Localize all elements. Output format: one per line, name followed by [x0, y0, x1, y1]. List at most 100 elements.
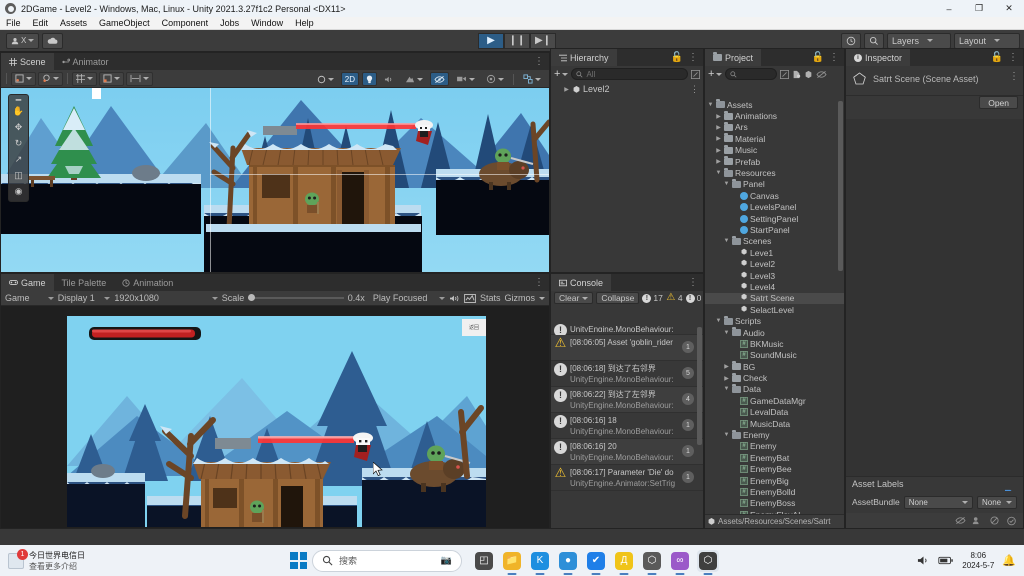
disclosure-triangle-icon[interactable]: ▼: [715, 170, 722, 176]
scale-slider[interactable]: [248, 294, 344, 301]
project-hidden-icon[interactable]: [816, 70, 827, 79]
taskbar-app-unity-editor[interactable]: ⬡: [697, 549, 719, 575]
console-message-list[interactable]: ! UnityEngine.MonoBehaviour: ⚠ [08:06:05] A…: [551, 322, 703, 528]
kebab-menu-icon[interactable]: ⋮: [1008, 52, 1018, 63]
project-search-input[interactable]: [725, 68, 778, 80]
project-tree-item[interactable]: ▼ Scripts: [705, 315, 844, 326]
project-tree-item[interactable]: EnemyBoss: [705, 498, 844, 509]
project-tab-controls[interactable]: 🔓 ⋮: [812, 49, 844, 66]
project-scrollbar[interactable]: [838, 101, 843, 271]
taskbar-search-input[interactable]: 搜索 📷: [312, 549, 462, 572]
project-filter-icon[interactable]: [780, 69, 790, 79]
scene-handle[interactable]: [92, 88, 101, 99]
project-tree-item[interactable]: ▼ Assets: [705, 99, 844, 110]
project-add-button[interactable]: +: [708, 68, 723, 80]
game-overlay-button[interactable]: 返回: [462, 319, 486, 336]
disclosure-triangle-icon[interactable]: ▼: [723, 386, 730, 392]
mute-audio-icon[interactable]: [449, 294, 460, 303]
console-message-row[interactable]: ! [08:06:16] 20 UnityEngine.MonoBehaviour:…: [551, 439, 703, 465]
hierarchy-add-button[interactable]: +: [554, 68, 569, 80]
disclosure-triangle-icon[interactable]: ▶: [715, 135, 722, 142]
hierarchy-filter-icon[interactable]: [691, 69, 700, 79]
stats-graph-icon[interactable]: [464, 293, 476, 303]
taskbar-app-browser[interactable]: ●: [557, 550, 579, 575]
rotation-mode-button[interactable]: [38, 71, 63, 86]
project-tree-item[interactable]: MusicData: [705, 418, 844, 429]
project-tree-item[interactable]: ▶ Material: [705, 133, 844, 144]
volume-icon[interactable]: [917, 555, 930, 566]
project-tree-item[interactable]: ⬢ Leve1: [705, 247, 844, 258]
taskbar-app-video-app[interactable]: ✔: [585, 550, 607, 575]
taskbar-app-task-view[interactable]: ◰: [473, 550, 495, 572]
disclosure-triangle-icon[interactable]: ▼: [715, 318, 722, 324]
disclosure-triangle-icon[interactable]: ▼: [723, 238, 730, 244]
chevron-down-icon[interactable]: [538, 296, 545, 300]
account-icon[interactable]: [989, 516, 1000, 525]
step-button[interactable]: ▶❙: [530, 32, 556, 49]
console-clear-button[interactable]: Clear: [554, 292, 594, 304]
console-warning-filter[interactable]: ⚠ 4: [666, 293, 682, 304]
display-dropdown[interactable]: Display 1: [58, 293, 111, 303]
project-tree-item[interactable]: ▼ Resources: [705, 167, 844, 178]
menu-edit[interactable]: Edit: [27, 18, 55, 28]
transform-tool-icon[interactable]: ◉: [10, 184, 27, 199]
console-info-filter[interactable]: ! 17: [642, 293, 663, 303]
kebab-menu-icon[interactable]: ⋮: [690, 84, 703, 95]
hand-tool-icon[interactable]: ✋: [10, 104, 27, 119]
project-tree-item[interactable]: BKMusic: [705, 338, 844, 349]
project-tree-item[interactable]: EnemyBolld: [705, 486, 844, 497]
console-message-row[interactable]: ⚠ [08:06:17] Parameter 'Die' do UnityEngin…: [551, 465, 703, 491]
scene-tools-overlay[interactable]: ━ ✋ ✥ ↻ ↗ ◫ ◉: [8, 94, 29, 202]
project-tree-item[interactable]: EnemyBat: [705, 452, 844, 463]
kebab-menu-icon[interactable]: ⋮: [688, 52, 698, 63]
project-favorites-icon[interactable]: [792, 70, 801, 79]
search-icon[interactable]: [864, 32, 884, 49]
console-message-row[interactable]: ⚠ [08:06:05] Asset 'goblin_rider 1: [551, 335, 703, 361]
camera-settings-button[interactable]: [452, 72, 479, 86]
console-message-row[interactable]: ! UnityEngine.MonoBehaviour:: [551, 322, 703, 337]
project-tree-item[interactable]: SettingPanel: [705, 213, 844, 224]
taskbar-clock[interactable]: 8:06 2024-5-7: [962, 551, 994, 571]
rect-tool-icon[interactable]: ◫: [10, 168, 27, 183]
disclosure-triangle-icon[interactable]: ▼: [707, 102, 714, 108]
bell-icon[interactable]: 🔔: [1002, 554, 1016, 567]
disclosure-triangle-icon[interactable]: ▶: [723, 363, 730, 370]
assetbundle-variant-dropdown[interactable]: None: [977, 495, 1017, 509]
console-error-filter[interactable]: ! 0: [685, 293, 701, 303]
grid-visibility-button[interactable]: [99, 71, 124, 86]
project-tree-item[interactable]: ⬢ Level2: [705, 258, 844, 269]
taskbar-news-widget[interactable]: 1 今日世界电信日 查看更多介绍: [0, 548, 290, 572]
disclosure-triangle-icon[interactable]: ▼: [723, 330, 730, 336]
lock-icon[interactable]: 🔓: [991, 52, 1003, 63]
console-message-row[interactable]: ! [08:06:22] 到达了左邻界 UnityEngine.MonoBehavi…: [551, 387, 703, 413]
project-tree-item[interactable]: ▼ Audio: [705, 327, 844, 338]
game-viewport[interactable]: 返回: [67, 316, 486, 527]
project-tree-item[interactable]: ⬢ SelactLevel: [705, 304, 844, 315]
tab-inspector[interactable]: i Inspector: [846, 49, 911, 66]
collab-icon[interactable]: [972, 516, 983, 525]
menu-file[interactable]: File: [0, 18, 27, 28]
project-tree-item[interactable]: Canvas: [705, 190, 844, 201]
project-tree-item[interactable]: ▶ Prefab: [705, 156, 844, 167]
project-tree-item[interactable]: ▶ Animations: [705, 110, 844, 121]
console-scrollbar[interactable]: [697, 327, 702, 445]
tab-game[interactable]: Game: [1, 274, 54, 291]
scale-slider-knob[interactable]: [248, 294, 256, 301]
project-tree-item[interactable]: StartPanel: [705, 224, 844, 235]
menu-gameobject[interactable]: GameObject: [93, 18, 156, 28]
close-button[interactable]: ✕: [994, 0, 1024, 17]
tab-animation[interactable]: Animation: [114, 274, 181, 291]
move-tool-icon[interactable]: ✥: [10, 120, 27, 135]
lock-icon[interactable]: 🔓: [812, 52, 824, 63]
menu-assets[interactable]: Assets: [54, 18, 93, 28]
minimize-button[interactable]: –: [934, 0, 964, 17]
maximize-button[interactable]: ❐: [964, 0, 994, 17]
taskbar-app-list[interactable]: ◰ 📁 K ● ✔ Д ⬡ ∞ ⬡: [473, 549, 719, 575]
rotate-tool-icon[interactable]: ↻: [10, 136, 27, 151]
pivot-mode-button[interactable]: [11, 71, 36, 86]
gizmos-label[interactable]: Gizmos: [504, 293, 535, 303]
fx-toggle-button[interactable]: [401, 72, 427, 86]
layers-dropdown[interactable]: Layers: [887, 32, 951, 49]
start-button-icon[interactable]: [290, 552, 307, 569]
eye-off-icon[interactable]: [955, 516, 966, 525]
